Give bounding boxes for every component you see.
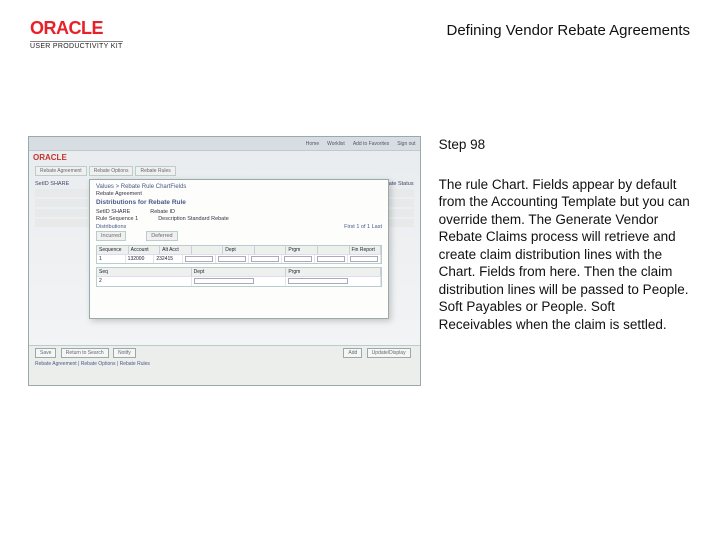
modal-field: Description Standard Rebate — [158, 216, 229, 222]
app-oracle-logo: ORACLE — [29, 151, 420, 164]
td — [216, 255, 249, 263]
document-title: Defining Vendor Rebate Agreements — [447, 18, 691, 39]
save-button[interactable]: Save — [35, 348, 56, 358]
th: Account — [129, 246, 161, 254]
modal-field: SetID SHARE — [96, 209, 130, 215]
td: 2 — [97, 277, 192, 285]
lookup-icon[interactable] — [317, 256, 345, 262]
td — [286, 277, 381, 285]
lookup-icon[interactable] — [284, 256, 312, 262]
page-header: ORACLE USER PRODUCTIVITY KIT Defining Ve… — [0, 0, 720, 56]
td: 132000 — [126, 255, 155, 263]
modal-field: Rule Sequence 1 — [96, 216, 138, 222]
notify-button[interactable]: Notify — [113, 348, 136, 358]
topbar-link[interactable]: Home — [306, 141, 319, 147]
step-label: Step 98 — [439, 136, 692, 154]
text-input[interactable] — [194, 278, 254, 284]
td — [348, 255, 381, 263]
th: Prgm — [286, 246, 318, 254]
modal-header: Distributions for Rebate Rule — [96, 199, 382, 206]
th — [318, 246, 350, 254]
app-tabs: Rebate Agreement Rebate Options Rebate R… — [29, 164, 420, 178]
th: Prgm — [286, 268, 381, 276]
app-footer: Save Return to Search Notify Add Update/… — [29, 345, 420, 385]
td: 232415 — [154, 255, 183, 263]
app-tab[interactable]: Rebate Options — [89, 166, 134, 176]
nav-label: First 1 of 1 Last — [344, 224, 382, 230]
add-button[interactable]: Add — [343, 348, 362, 358]
instruction-text: The rule Chart. Fields appear by default… — [439, 176, 692, 334]
modal-table-2: Seq Dept Prgm 2 — [96, 267, 382, 286]
table-head: Sequence Account Alt Acct Dept Prgm Fin … — [97, 246, 381, 254]
lookup-icon[interactable] — [350, 256, 378, 262]
th: Seq — [97, 268, 192, 276]
th — [255, 246, 287, 254]
embedded-screenshot: Home Worklist Add to Favorites Sign out … — [28, 136, 421, 386]
content-row: Home Worklist Add to Favorites Sign out … — [0, 56, 720, 386]
td: 1 — [97, 255, 126, 263]
app-tab[interactable]: Rebate Rules — [135, 166, 175, 176]
topbar-link[interactable]: Sign out — [397, 141, 415, 147]
oracle-logo-block: ORACLE USER PRODUCTIVITY KIT — [30, 18, 123, 50]
table-row: 2 — [97, 276, 381, 285]
oracle-logo: ORACLE — [30, 18, 123, 39]
instruction-column: Step 98 The rule Chart. Fields appear by… — [439, 136, 692, 386]
text-input[interactable] — [288, 278, 348, 284]
modal-breadcrumb: Values > Rebate Rule ChartFields — [96, 184, 382, 190]
app-topbar: Home Worklist Add to Favorites Sign out — [29, 137, 420, 151]
modal-subtitle: Rebate Agreement — [96, 191, 382, 197]
td — [315, 255, 348, 263]
return-button[interactable]: Return to Search — [61, 348, 109, 358]
topbar-link[interactable]: Add to Favorites — [353, 141, 389, 147]
table-head: Seq Dept Prgm — [97, 268, 381, 276]
th: Dept — [192, 268, 287, 276]
topbar-link[interactable]: Worklist — [327, 141, 345, 147]
section-label: SetID SHARE — [35, 181, 69, 187]
lookup-icon[interactable] — [185, 256, 213, 262]
distributions-label: Distributions — [96, 224, 126, 230]
table-row: 1 132000 232415 — [97, 254, 381, 263]
td — [282, 255, 315, 263]
modal-table: Sequence Account Alt Acct Dept Prgm Fin … — [96, 245, 382, 264]
oracle-logo-subtext: USER PRODUCTIVITY KIT — [30, 41, 123, 50]
lookup-icon[interactable] — [218, 256, 246, 262]
td — [249, 255, 282, 263]
app-tab[interactable]: Rebate Agreement — [35, 166, 87, 176]
footer-links: Rebate Agreement | Rebate Options | Reba… — [35, 361, 414, 367]
modal-tab[interactable]: Incurred — [96, 231, 126, 241]
modal-tab[interactable]: Deferred — [146, 231, 177, 241]
modal-dialog: Values > Rebate Rule ChartFields Rebate … — [89, 179, 389, 319]
lookup-icon[interactable] — [251, 256, 279, 262]
td — [192, 277, 287, 285]
update-button[interactable]: Update/Display — [367, 348, 411, 358]
td — [183, 255, 216, 263]
th — [192, 246, 224, 254]
th: Sequence — [97, 246, 129, 254]
modal-field: Rebate ID — [150, 209, 175, 215]
th: Alt Acct — [160, 246, 192, 254]
th: Dept — [223, 246, 255, 254]
th: Fin Report — [350, 246, 382, 254]
